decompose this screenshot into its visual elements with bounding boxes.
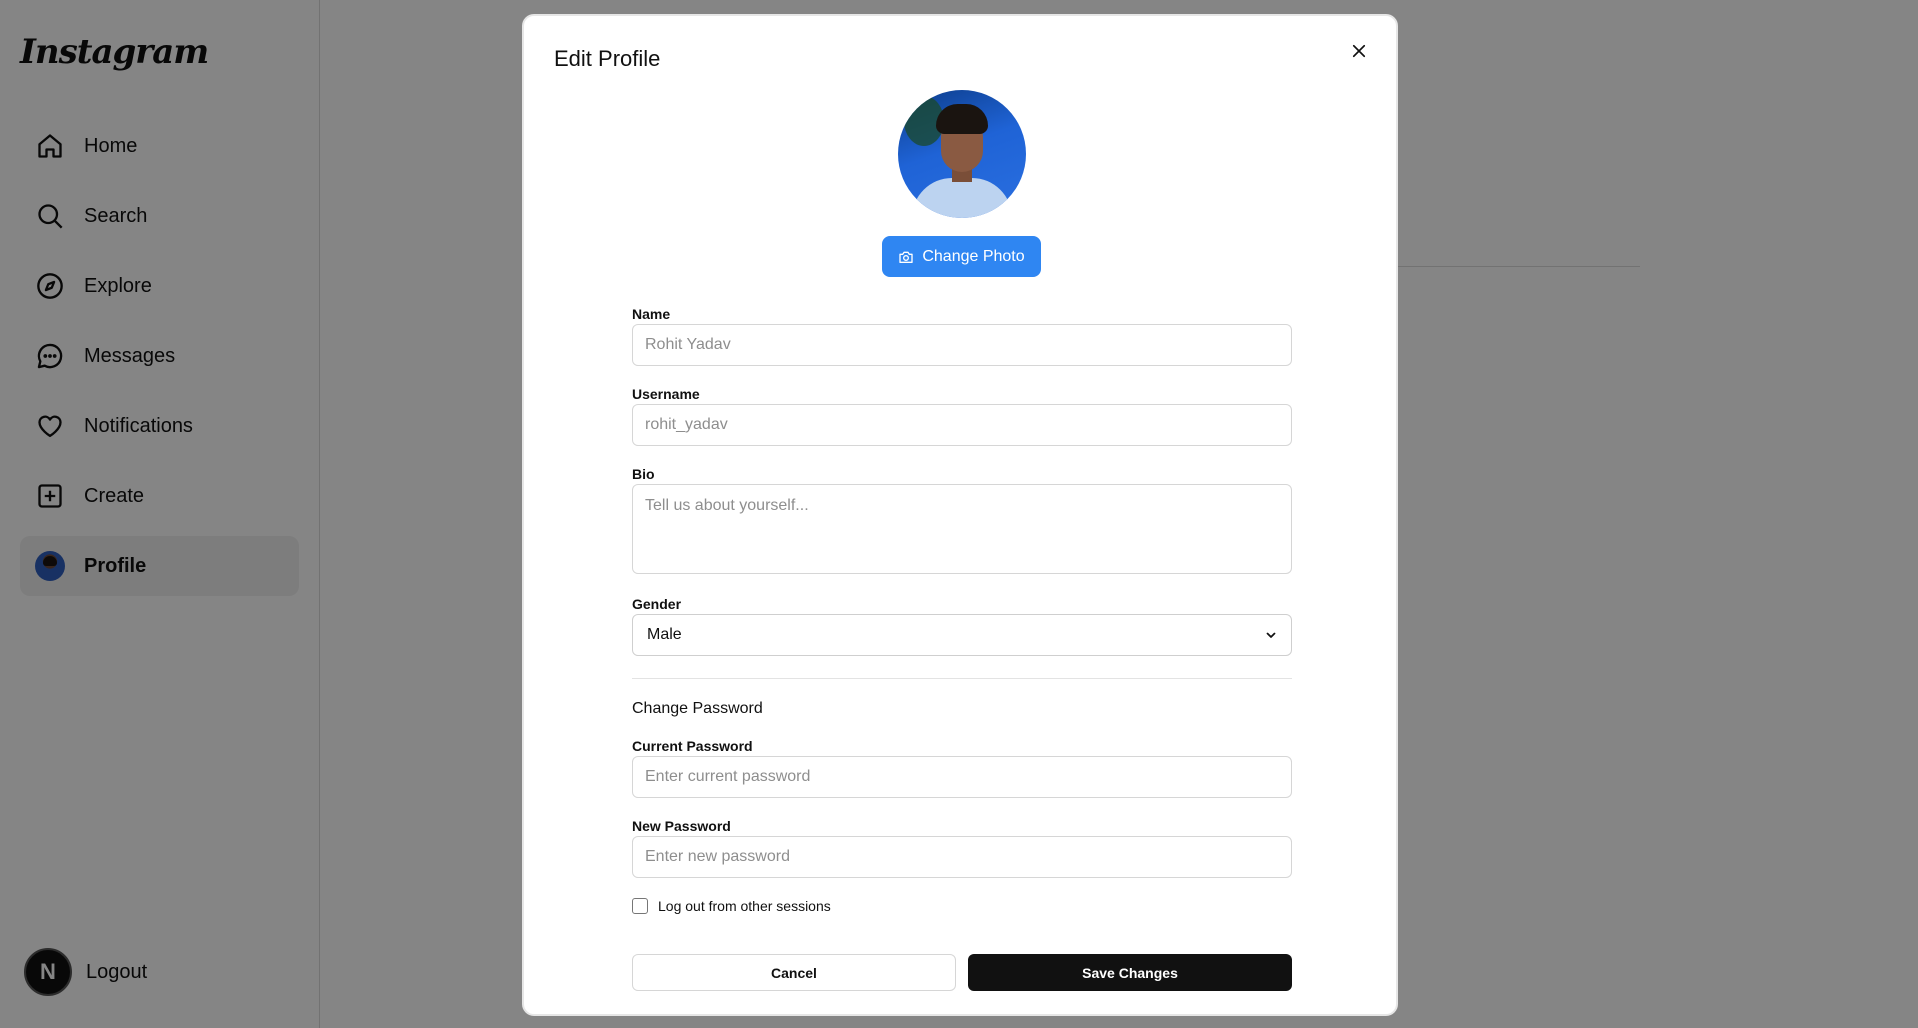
- camera-icon: [898, 249, 914, 265]
- gender-select[interactable]: Male: [632, 614, 1292, 656]
- logout-sessions-option: Log out from other sessions: [632, 898, 831, 914]
- new-password-label: New Password: [632, 818, 731, 834]
- name-input[interactable]: [632, 324, 1292, 366]
- logout-sessions-label[interactable]: Log out from other sessions: [658, 898, 831, 914]
- current-password-input[interactable]: [632, 756, 1292, 798]
- bio-label: Bio: [632, 466, 655, 482]
- logout-sessions-checkbox[interactable]: [632, 898, 648, 914]
- name-label: Name: [632, 306, 671, 322]
- profile-photo: [898, 90, 1026, 218]
- section-divider: [632, 678, 1292, 679]
- edit-profile-modal: Edit Profile Change Photo Name Username …: [522, 14, 1398, 1016]
- current-password-label: Current Password: [632, 738, 753, 754]
- modal-title: Edit Profile: [554, 46, 661, 71]
- new-password-input[interactable]: [632, 836, 1292, 878]
- username-input[interactable]: [632, 404, 1292, 446]
- close-button[interactable]: [1344, 36, 1374, 66]
- change-password-heading: Change Password: [632, 700, 763, 717]
- chevron-down-icon: [1265, 629, 1277, 641]
- cancel-button[interactable]: Cancel: [632, 954, 956, 991]
- gender-label: Gender: [632, 596, 682, 612]
- gender-selected-value: Male: [647, 626, 682, 643]
- change-photo-button[interactable]: Change Photo: [882, 236, 1041, 277]
- save-changes-button[interactable]: Save Changes: [968, 954, 1292, 991]
- change-photo-label: Change Photo: [922, 247, 1025, 265]
- username-label: Username: [632, 386, 700, 402]
- close-icon: [1350, 42, 1368, 60]
- bio-textarea[interactable]: [632, 484, 1292, 574]
